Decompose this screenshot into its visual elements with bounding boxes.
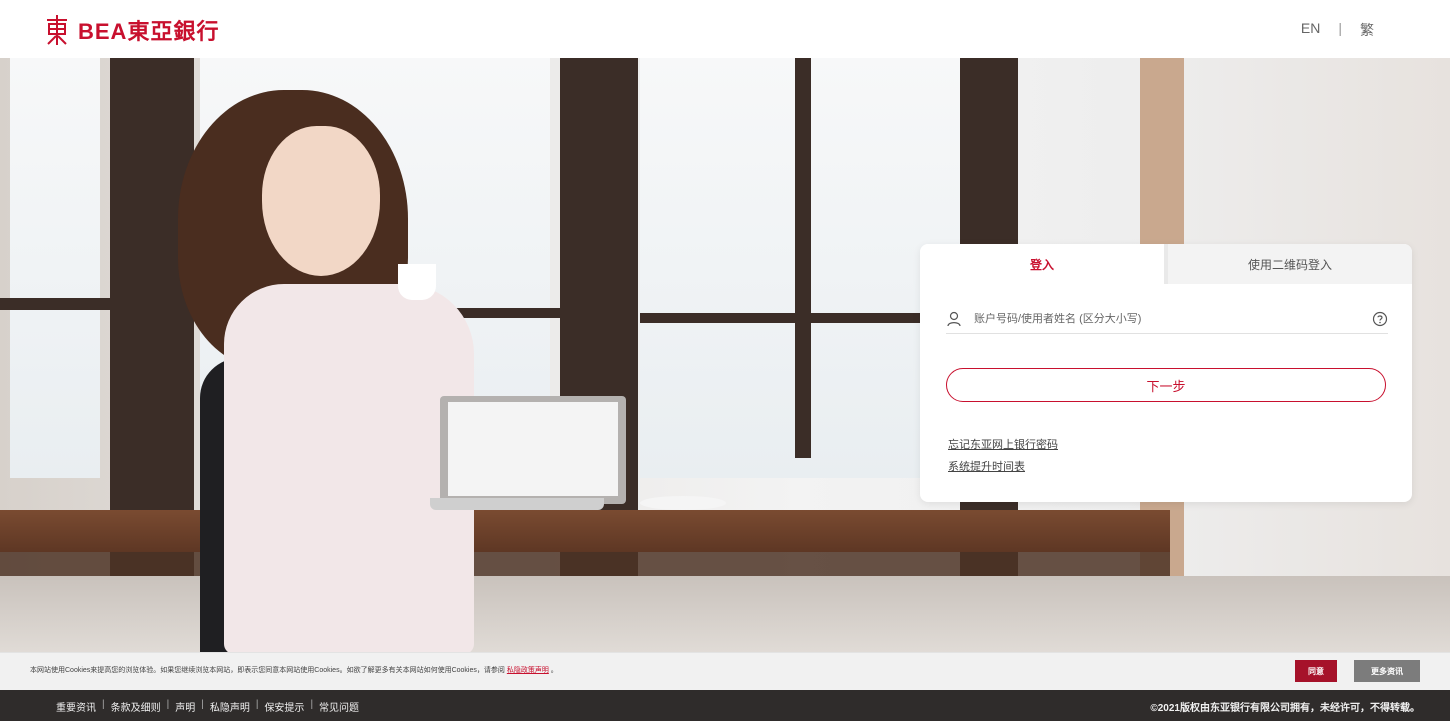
cookie-banner: 本网站使用Cookies来提高您的浏览体验。如果您继续浏览本网站，即表示您同意本…: [0, 652, 1450, 690]
lang-en[interactable]: EN: [1301, 20, 1320, 40]
tab-login[interactable]: 登入: [920, 244, 1164, 284]
header: BEA東亞銀行 EN | 繁: [0, 0, 1450, 58]
bea-logo[interactable]: BEA東亞銀行: [44, 14, 219, 46]
brand-name: BEA東亞銀行: [78, 19, 220, 44]
footer: 重要资讯 | 条款及细则 | 声明 | 私隐声明 | 保安提示 | 常见问题 ©…: [0, 690, 1450, 721]
username-input[interactable]: [974, 312, 1372, 325]
copyright: ©2021版权由东亚银行有限公司拥有，未经许可，不得转载。: [1150, 703, 1420, 714]
more-info-button[interactable]: 更多资讯: [1354, 660, 1420, 682]
person-body: [224, 284, 474, 652]
login-tabs: 登入 使用二维码登入: [920, 244, 1412, 284]
footer-separator: |: [102, 699, 105, 710]
help-circle-icon[interactable]: [1372, 311, 1388, 327]
tab-qr-login[interactable]: 使用二维码登入: [1164, 244, 1412, 284]
cookie-message-end: 。: [550, 667, 558, 674]
footer-separator: |: [255, 699, 259, 710]
login-panel: 登入 使用二维码登入 下一步 忘记东亚网上银行密码 系统提升时间表: [920, 244, 1412, 502]
username-field: [946, 304, 1388, 334]
login-links: 忘记东亚网上银行密码 系统提升时间表: [948, 436, 1058, 474]
next-button[interactable]: 下一步: [946, 368, 1386, 402]
lang-traditional[interactable]: 繁: [1360, 20, 1374, 40]
agree-button[interactable]: 同意: [1295, 660, 1337, 682]
footer-link-disclaimer[interactable]: 声明: [175, 699, 195, 714]
footer-link-security-tips[interactable]: 保安提示: [264, 699, 304, 714]
bea-logo-icon: [47, 15, 67, 45]
forgot-password-link[interactable]: 忘记东亚网上银行密码: [948, 436, 1058, 452]
footer-separator: |: [166, 699, 170, 710]
lang-separator: |: [1338, 20, 1342, 36]
footer-link-privacy[interactable]: 私隐声明: [210, 699, 250, 714]
saucer: [640, 496, 726, 510]
language-switcher: EN | 繁: [1301, 20, 1374, 40]
footer-separator: |: [310, 699, 314, 710]
user-icon: [947, 311, 961, 326]
cookie-text: 本网站使用Cookies来提高您的浏览体验。如果您继续浏览本网站，即表示您同意本…: [30, 665, 558, 675]
window-frame: [0, 298, 110, 310]
footer-link-important-info[interactable]: 重要资讯: [56, 699, 96, 714]
footer-link-terms[interactable]: 条款及细则: [111, 699, 161, 714]
person-face: [262, 126, 380, 276]
laptop-screen: [448, 402, 618, 496]
cookie-message: 本网站使用Cookies来提高您的浏览体验。如果您继续浏览本网站，即表示您同意本…: [30, 667, 505, 674]
footer-links: 重要资讯 | 条款及细则 | 声明 | 私隐声明 | 保安提示 | 常见问题: [56, 699, 359, 714]
system-upgrade-schedule-link[interactable]: 系统提升时间表: [948, 458, 1058, 474]
privacy-policy-link[interactable]: 私隐政策声明: [507, 667, 549, 674]
table: [0, 510, 1170, 552]
window-frame: [795, 58, 811, 458]
table-edge: [0, 552, 1170, 576]
footer-separator: |: [201, 699, 204, 710]
window-pane: [10, 58, 100, 478]
coffee-cup: [398, 264, 436, 300]
footer-link-faq[interactable]: 常见问题: [319, 699, 359, 714]
laptop-base: [430, 498, 604, 510]
